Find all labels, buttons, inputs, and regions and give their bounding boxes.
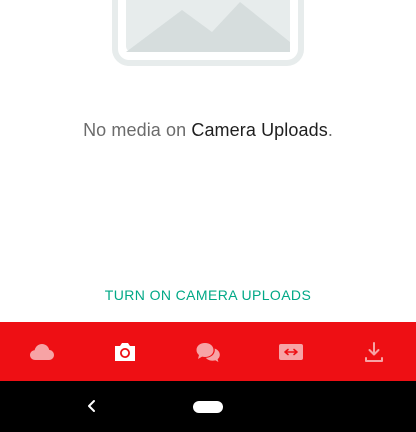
nav-offline-downloads[interactable] bbox=[333, 322, 416, 381]
camera-uploads-icon bbox=[113, 342, 137, 362]
nav-chat[interactable] bbox=[166, 322, 249, 381]
camera-uploads-screen: No media on Camera Uploads. TURN ON CAME… bbox=[0, 0, 416, 432]
turn-on-camera-uploads-button[interactable]: TURN ON CAMERA UPLOADS bbox=[0, 287, 416, 303]
empty-message-prefix: No media on bbox=[83, 120, 192, 140]
chat-icon bbox=[195, 341, 221, 363]
empty-message-suffix: . bbox=[327, 120, 333, 140]
shared-items-icon bbox=[278, 343, 304, 361]
image-placeholder-icon bbox=[112, 0, 304, 66]
empty-state-message: No media on Camera Uploads. bbox=[0, 120, 416, 141]
nav-shared-items[interactable] bbox=[250, 322, 333, 381]
back-chevron-icon[interactable] bbox=[84, 398, 100, 414]
offline-download-icon bbox=[363, 341, 385, 363]
nav-cloud-drive[interactable] bbox=[0, 322, 83, 381]
system-navigation-bar bbox=[0, 381, 416, 432]
home-pill-icon[interactable] bbox=[193, 401, 223, 413]
nav-camera-uploads[interactable] bbox=[83, 322, 166, 381]
cloud-drive-icon bbox=[29, 342, 55, 362]
empty-message-highlight: Camera Uploads bbox=[191, 120, 328, 140]
bottom-navigation-bar bbox=[0, 322, 416, 381]
